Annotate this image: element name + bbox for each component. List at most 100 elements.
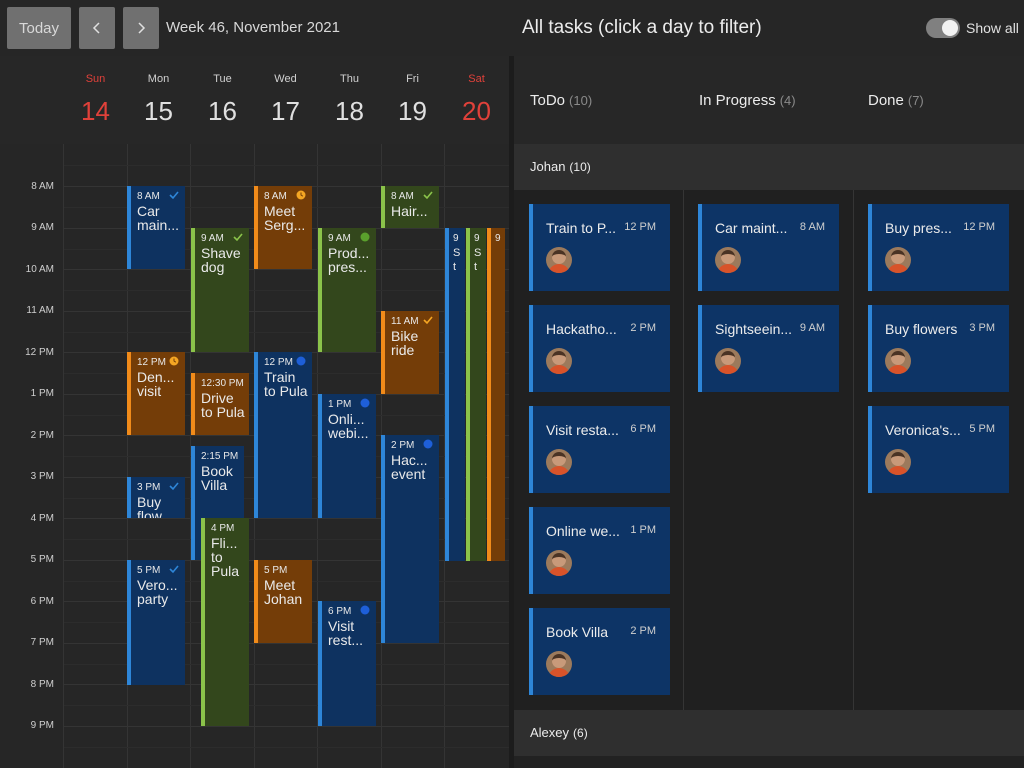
today-button[interactable]: Today	[7, 7, 71, 49]
task-name: Veronica's...	[885, 422, 961, 438]
day-column-header-wed[interactable]: Wed 17	[254, 56, 317, 144]
check-icon	[169, 191, 179, 200]
column-divider	[853, 190, 854, 710]
calendar-event[interactable]: 9 AM Prod... pres...	[318, 228, 376, 352]
calendar-event[interactable]: 12 PM Den... visit	[127, 352, 185, 435]
task-name: Sightseein...	[715, 321, 793, 337]
dot-icon	[423, 439, 433, 449]
swimlane-title: Alexey (6)	[530, 725, 588, 740]
event-name: Train to Pula	[264, 369, 308, 399]
calendar-event[interactable]: 9 S t	[466, 228, 486, 561]
calendar-event[interactable]: 1 PM Onli... webi...	[318, 394, 376, 518]
time-label: 8 AM	[31, 181, 54, 192]
task-card[interactable]: Car maint... 8 AM	[698, 204, 839, 291]
event-name: S t	[453, 247, 461, 273]
task-card[interactable]: Buy flowers 3 PM	[868, 305, 1009, 392]
calendar-toolbar: Today Week 46, November 2021	[0, 0, 514, 56]
check-icon	[169, 565, 179, 574]
calendar-event[interactable]: 8 AM Meet Serg...	[254, 186, 312, 269]
next-week-button[interactable]	[123, 7, 159, 49]
day-column-header-sat[interactable]: Sat 20	[445, 56, 508, 144]
column-label: Done	[868, 92, 904, 109]
task-card[interactable]: Train to P... 12 PM	[529, 204, 670, 291]
event-name: S t	[474, 247, 482, 273]
day-date: 19	[398, 96, 427, 126]
calendar-event[interactable]: 8 AM Car main...	[127, 186, 185, 269]
task-name: Book Villa	[546, 624, 609, 640]
event-name: Bike ride	[391, 328, 419, 358]
day-column-header-fri[interactable]: Fri 19	[381, 56, 444, 144]
calendar-event[interactable]: 5 PM Vero... party	[127, 560, 185, 685]
task-card[interactable]: Sightseein... 9 AM	[698, 305, 839, 392]
day-column-header-mon[interactable]: Mon 15	[127, 56, 190, 144]
task-card[interactable]: Visit resta... 6 PM	[529, 406, 670, 493]
swimlane-header-johan[interactable]: Johan (10)	[514, 144, 1024, 190]
calendar-event[interactable]: 9 AM Shave dog	[191, 228, 249, 352]
task-time: 2 PM	[630, 322, 656, 334]
day-column-header-thu[interactable]: Thu 18	[318, 56, 381, 144]
day-column-header-sun[interactable]: Sun 14	[64, 56, 127, 144]
task-name: Buy flowers	[885, 321, 958, 337]
event-name: Onli... webi...	[328, 411, 369, 441]
column-header-done: Done (7)	[868, 92, 924, 109]
calendar-event[interactable]: 3 PM Buy flow...	[127, 477, 185, 518]
day-date: 16	[208, 96, 237, 126]
task-card[interactable]: Book Villa 2 PM	[529, 608, 670, 695]
swimlane-johan: Train to P... 12 PM Hackatho... 2 PM Vis…	[514, 190, 1024, 710]
avatar	[546, 449, 572, 475]
calendar-event[interactable]: 8 AM Hair...	[381, 186, 439, 228]
previous-week-button[interactable]	[79, 7, 115, 49]
time-label: 10 AM	[25, 264, 54, 275]
task-time: 5 PM	[969, 423, 995, 435]
show-all-label[interactable]: Show all	[966, 20, 1019, 36]
task-card[interactable]: Buy pres... 12 PM	[868, 204, 1009, 291]
calendar-event[interactable]: 6 PM Visit rest...	[318, 601, 376, 726]
event-time: 1 PM	[328, 399, 352, 410]
event-name: Book Villa	[201, 463, 233, 493]
day-header: Sun 14 Mon 15 Tue 16 Wed 17 Thu 18 Fri 1…	[0, 56, 509, 144]
task-time: 2 PM	[630, 625, 656, 637]
event-name: Prod... pres...	[328, 245, 370, 275]
dot-icon	[360, 232, 370, 242]
day-name: Tue	[213, 73, 232, 85]
time-label: 9 PM	[30, 720, 54, 731]
grid-line	[64, 726, 509, 727]
calendar-event[interactable]: 9 S t	[445, 228, 465, 561]
event-name: Meet Serg...	[264, 203, 306, 233]
avatar	[715, 247, 741, 273]
event-time: 11 AM	[391, 316, 419, 327]
event-time: 5 PM	[137, 565, 161, 576]
event-name: Fli... to Pula	[211, 535, 240, 579]
show-all-toggle[interactable]	[926, 18, 960, 38]
task-name: Car maint...	[715, 220, 788, 236]
calendar-event[interactable]: 12:30 PM Drive to Pula	[191, 373, 249, 435]
swimlane-header-alexey[interactable]: Alexey (6)	[514, 710, 1024, 756]
calendar-event[interactable]: 12 PM Train to Pula	[254, 352, 312, 518]
calendar-event[interactable]: 9	[487, 228, 505, 561]
task-time: 9 AM	[799, 322, 825, 334]
calendar-event[interactable]: 4 PM Fli... to Pula	[201, 518, 249, 726]
column-count: (7)	[907, 93, 924, 108]
check-icon	[233, 233, 243, 242]
calendar-event[interactable]: 5 PM Meet Johan	[254, 560, 312, 643]
event-name: Car main...	[137, 203, 180, 233]
task-name: Online we...	[546, 523, 620, 539]
task-time: 8 AM	[799, 221, 825, 233]
avatar	[546, 550, 572, 576]
day-name: Fri	[406, 73, 419, 85]
swimlane-name: Alexey	[530, 725, 570, 740]
check-icon	[169, 482, 179, 491]
swimlane-name: Johan	[530, 159, 566, 174]
calendar-event[interactable]: 11 AM Bike ride	[381, 311, 439, 394]
task-card[interactable]: Veronica's... 5 PM	[868, 406, 1009, 493]
calendar-time-grid[interactable]: 8 AM 9 AM 10 AM 11 AM 12 PM 1 PM 2 PM 3 …	[0, 144, 509, 768]
calendar-event[interactable]: 2 PM Hac... event	[381, 435, 439, 643]
task-card[interactable]: Online we... 1 PM	[529, 507, 670, 594]
event-time: 12 PM	[137, 357, 166, 368]
event-name: Vero... party	[137, 577, 178, 607]
avatar	[885, 449, 911, 475]
grid-line	[64, 332, 509, 333]
day-column-header-tue[interactable]: Tue 16	[191, 56, 254, 144]
day-name: Mon	[147, 73, 170, 85]
task-card[interactable]: Hackatho... 2 PM	[529, 305, 670, 392]
